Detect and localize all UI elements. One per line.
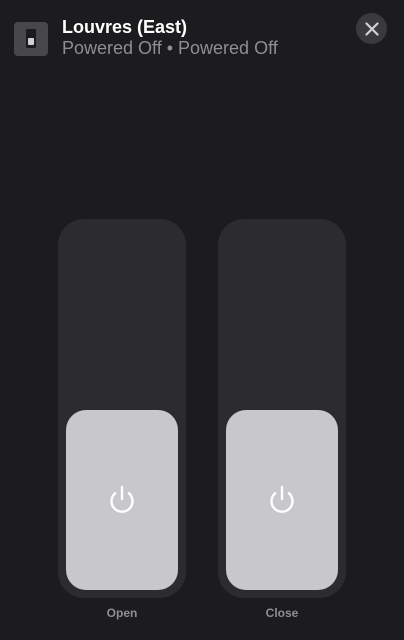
- open-power-button[interactable]: [66, 410, 178, 590]
- open-label: Open: [106, 606, 138, 620]
- power-icon: [110, 485, 134, 513]
- accessory-panel: Louvres (East) Powered Off • Powered Off…: [0, 0, 404, 640]
- power-icon: [270, 485, 294, 513]
- accessory-title: Louvres (East): [62, 17, 188, 37]
- close-icon: [364, 21, 379, 36]
- open-control[interactable]: [58, 219, 186, 598]
- switch-rocker: [28, 38, 34, 45]
- switch-icon: [14, 22, 48, 56]
- accessory-status: Powered Off • Powered Off: [62, 38, 278, 58]
- close-button[interactable]: [356, 13, 387, 44]
- close-control[interactable]: [218, 219, 346, 598]
- close-label: Close: [265, 606, 299, 620]
- close-power-button[interactable]: [226, 410, 338, 590]
